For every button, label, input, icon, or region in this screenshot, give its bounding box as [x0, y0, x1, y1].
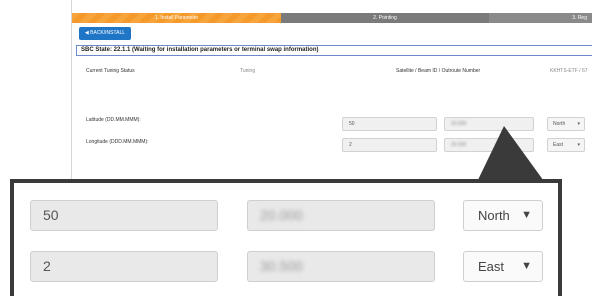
zoom-latitude-degrees-input[interactable]: 50 — [30, 200, 218, 231]
satellite-label: Satellite / Beam ID / Outroute Number — [396, 68, 481, 74]
latitude-direction-value: North — [553, 121, 566, 127]
zoom-latitude-minutes-value: 20.000 — [260, 207, 303, 223]
zoom-latitude-direction-value: North — [478, 208, 510, 223]
zoom-latitude-minutes-input[interactable]: 20.000 — [247, 200, 435, 231]
latitude-degrees-input[interactable]: 50 — [342, 117, 437, 131]
step-install-parameter[interactable]: 1. Install Parameter — [72, 13, 281, 23]
step-pointing[interactable]: 2. Pointing — [281, 13, 489, 23]
zoom-longitude-degrees-input[interactable]: 2 — [30, 251, 218, 282]
back-install-button[interactable]: ◀ BACK/INSTALL — [79, 27, 131, 40]
step-registration[interactable]: 3. Reg — [489, 13, 592, 23]
longitude-minutes-value: 30.500 — [451, 142, 467, 148]
sbc-state-bar: SBC State: 22.1.1 (Waiting for installat… — [76, 45, 592, 56]
zoom-longitude-minutes-input[interactable]: 30.500 — [247, 251, 435, 282]
zoom-longitude-direction-select[interactable]: East ▼ — [463, 251, 543, 282]
chevron-down-icon: ▾ — [577, 142, 580, 148]
longitude-direction-select[interactable]: East ▾ — [547, 138, 585, 152]
satellite-value: KKHTS-ETF / 67 — [550, 68, 588, 74]
zoom-longitude-minutes-value: 30.500 — [260, 258, 303, 274]
zoomed-coordinate-inset: 50 20.000 North ▼ 2 30.500 East ▼ — [10, 179, 562, 296]
latitude-label: Latitude (DD.MM.MMM): — [86, 117, 141, 123]
wizard-steps: 1. Install Parameter 2. Pointing 3. Reg — [72, 13, 592, 23]
tuning-status-label: Current Tuning Status — [86, 68, 135, 74]
longitude-direction-value: East — [553, 142, 564, 148]
longitude-degrees-input[interactable]: 2 — [342, 138, 437, 152]
chevron-down-icon: ▼ — [521, 260, 532, 272]
latitude-direction-select[interactable]: North ▾ — [547, 117, 585, 131]
chevron-down-icon: ▾ — [577, 121, 580, 127]
tuning-status-value: Tuning — [240, 68, 256, 74]
zoom-latitude-direction-select[interactable]: North ▼ — [463, 200, 543, 231]
callout-pointer — [476, 126, 546, 184]
chevron-down-icon: ▼ — [521, 209, 532, 221]
tuning-status-row: Current Tuning Status Tuning Satellite /… — [72, 66, 592, 76]
zoom-longitude-direction-value: East — [478, 259, 505, 274]
latitude-minutes-value: 20.000 — [451, 121, 467, 127]
longitude-label: Longitude (DDD.MM.MMM): — [86, 139, 149, 145]
